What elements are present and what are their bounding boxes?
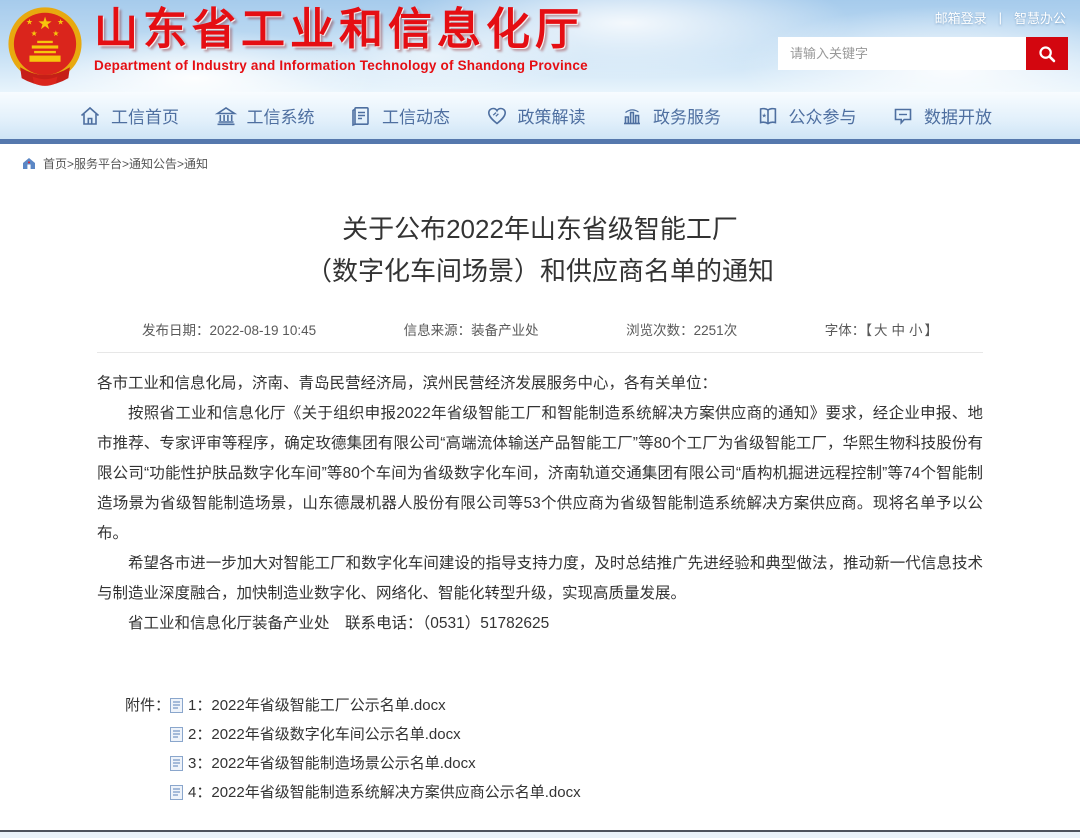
- view-count: 浏览次数：2251次: [626, 319, 737, 339]
- paragraph-contact: 省工业和信息化厅装备产业处 联系电话：（0531）51782625: [97, 609, 983, 639]
- mail-login-link[interactable]: 邮箱登录: [935, 8, 987, 27]
- site-title-block[interactable]: 山东省工业和信息化厅 Department of Industry and In…: [94, 4, 588, 73]
- footer-top-edge: [0, 830, 1080, 838]
- attachment-name: 4：2022年省级智能制造系统解决方案供应商公示名单.docx: [188, 778, 581, 807]
- home-icon: [78, 104, 102, 128]
- nav-item-news[interactable]: 工信动态: [349, 103, 450, 128]
- doc-file-icon: [170, 756, 183, 771]
- article-body: 各市工业和信息化局，济南、青岛民营经济局，滨州民营经济发展服务中心，各有关单位：…: [97, 369, 983, 639]
- attachment-link-2[interactable]: 2：2022年省级数字化车间公示名单.docx: [170, 720, 581, 749]
- svg-text:★: ★: [37, 14, 52, 33]
- nav-label: 数据开放: [924, 103, 992, 128]
- nav-label: 工信动态: [382, 103, 450, 128]
- font-size-label: 字体：: [825, 323, 866, 338]
- top-links-divider: |: [999, 10, 1002, 25]
- paragraph-hope: 希望各市进一步加大对智能工厂和数字化车间建设的指导支持力度，及时总结推广先进经验…: [97, 549, 983, 609]
- nav-label: 政策解读: [518, 103, 586, 128]
- attachment-name: 2：2022年省级数字化车间公示名单.docx: [188, 720, 461, 749]
- font-size-medium[interactable]: 中: [891, 323, 905, 338]
- svg-text:★: ★: [52, 29, 59, 38]
- nav-label: 政务服务: [653, 103, 721, 128]
- national-emblem-icon: ★ ★ ★ ★ ★: [6, 5, 84, 89]
- paragraph-salutation: 各市工业和信息化局，济南、青岛民营经济局，滨州民营经济发展服务中心，各有关单位：: [97, 369, 983, 399]
- doc-file-icon: [170, 785, 183, 800]
- site-header: ★ ★ ★ ★ ★ 山东省工业和信息化厅 Department of Indus…: [0, 0, 1080, 92]
- page: ★ ★ ★ ★ ★ 山东省工业和信息化厅 Department of Indus…: [0, 0, 1080, 838]
- bracket-close: 】: [924, 323, 938, 338]
- svg-text:★: ★: [761, 112, 766, 119]
- font-size-large[interactable]: 大: [874, 323, 888, 338]
- attachment-name: 1：2022年省级智能工厂公示名单.docx: [188, 691, 446, 720]
- nav-item-open-data[interactable]: 数据开放: [891, 103, 992, 128]
- nav-item-system[interactable]: 工信系统: [214, 103, 315, 128]
- nav-label: 公众参与: [789, 103, 857, 128]
- bar-chart-icon: [620, 104, 644, 128]
- attachment-link-3[interactable]: 3：2022年省级智能制造场景公示名单.docx: [170, 749, 581, 778]
- publish-date: 发布日期：2022-08-19 10:45: [142, 319, 316, 339]
- open-book-star-icon: ★: [756, 104, 780, 128]
- search-bar: [778, 37, 1068, 70]
- info-source: 信息来源：装备产业处: [404, 319, 539, 339]
- main-nav: 工信首页 工信系统 工信动态 政策解读: [0, 92, 1080, 139]
- nav-item-services[interactable]: 政务服务: [620, 103, 721, 128]
- page-title: 关于公布2022年山东省级智能工厂 （数字化车间场景）和供应商名单的通知: [97, 208, 983, 292]
- header-top-links: 邮箱登录 | 智慧办公: [935, 8, 1066, 27]
- page-title-line1: 关于公布2022年山东省级智能工厂: [97, 208, 983, 250]
- attachments-label: 附件：: [125, 691, 170, 807]
- attachment-link-1[interactable]: 1：2022年省级智能工厂公示名单.docx: [170, 691, 581, 720]
- search-button[interactable]: [1026, 37, 1068, 70]
- nav-item-participation[interactable]: ★ 公众参与: [756, 103, 857, 128]
- breadcrumb-path[interactable]: 首页>服务平台>通知公告>通知: [43, 155, 208, 172]
- font-size-switcher: 字体：【大中小】: [825, 319, 938, 339]
- attachment-name: 3：2022年省级智能制造场景公示名单.docx: [188, 749, 476, 778]
- svg-text:★: ★: [26, 17, 33, 26]
- nav-label: 工信系统: [247, 103, 315, 128]
- attachment-link-4[interactable]: 4：2022年省级智能制造系统解决方案供应商公示名单.docx: [170, 778, 581, 807]
- svg-text:★: ★: [57, 17, 64, 26]
- doc-file-icon: [170, 698, 183, 713]
- site-title: 山东省工业和信息化厅: [94, 4, 588, 56]
- heart-handshake-icon: [485, 104, 509, 128]
- attachments-section: 附件： 1：2022年省级智能工厂公示名单.docx 2：2022年省级数字化车…: [125, 691, 983, 807]
- article: 关于公布2022年山东省级智能工厂 （数字化车间场景）和供应商名单的通知 发布日…: [0, 208, 1080, 838]
- svg-text:★: ★: [31, 29, 38, 38]
- article-meta-bar: 发布日期：2022-08-19 10:45 信息来源：装备产业处 浏览次数：22…: [97, 308, 983, 353]
- search-icon: [1036, 43, 1058, 65]
- government-building-icon: [214, 104, 238, 128]
- font-size-small[interactable]: 小: [909, 323, 923, 338]
- search-input[interactable]: [778, 37, 1026, 70]
- site-subtitle: Department of Industry and Information T…: [94, 58, 588, 73]
- national-emblem-logo[interactable]: ★ ★ ★ ★ ★: [6, 5, 84, 89]
- speech-bubble-icon: [891, 104, 915, 128]
- nav-label: 工信首页: [111, 103, 179, 128]
- breadcrumb: 首页>服务平台>通知公告>通知: [0, 144, 1080, 176]
- breadcrumb-home-icon: [22, 157, 36, 170]
- bracket-open: 【: [865, 323, 872, 338]
- smart-office-link[interactable]: 智慧办公: [1014, 8, 1066, 27]
- doc-file-icon: [170, 727, 183, 742]
- news-document-icon: [349, 104, 373, 128]
- nav-item-home[interactable]: 工信首页: [78, 103, 179, 128]
- page-title-line2: （数字化车间场景）和供应商名单的通知: [97, 250, 983, 292]
- nav-item-policy[interactable]: 政策解读: [485, 103, 586, 128]
- paragraph-main: 按照省工业和信息化厅《关于组织申报2022年省级智能工厂和智能制造系统解决方案供…: [97, 399, 983, 549]
- attachments-list: 1：2022年省级智能工厂公示名单.docx 2：2022年省级数字化车间公示名…: [170, 691, 581, 807]
